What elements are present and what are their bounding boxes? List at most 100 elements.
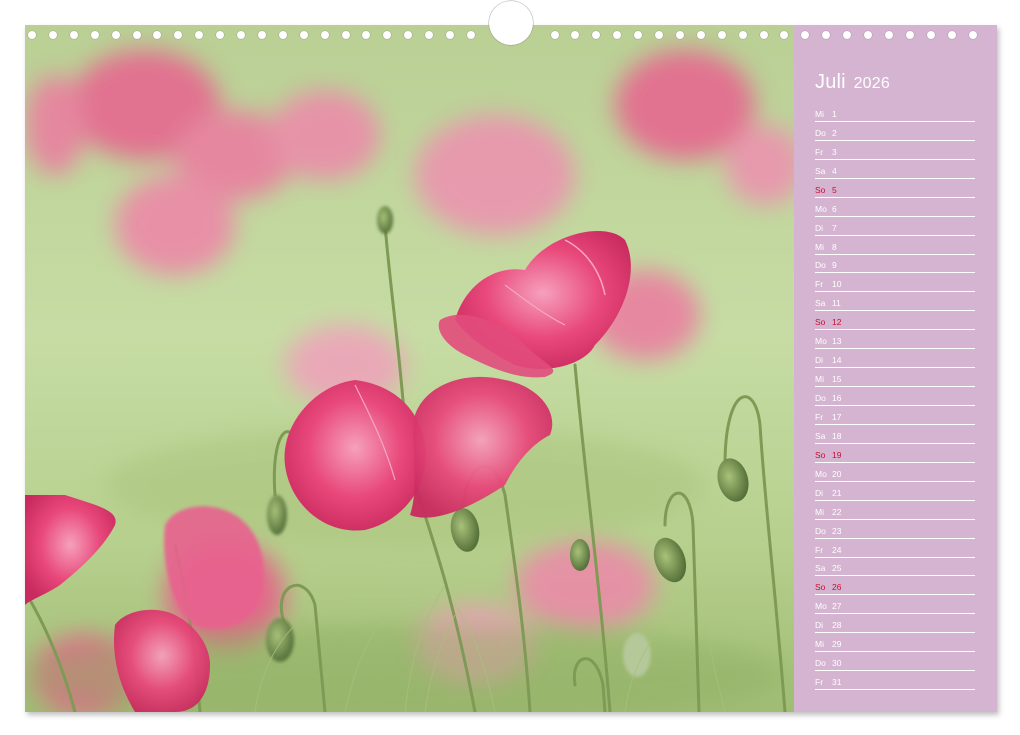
weekday-label: Mo xyxy=(815,468,827,479)
weekday-label: So xyxy=(815,184,826,195)
day-row: Mo 13 xyxy=(815,330,975,350)
day-row: So 12 xyxy=(815,311,975,331)
weekday-label: So xyxy=(815,582,826,593)
day-row: Fr 3 xyxy=(815,141,975,160)
day-row: Fr 24 xyxy=(815,539,975,558)
day-number: 13 xyxy=(832,336,842,347)
binding-hole xyxy=(216,31,225,39)
day-row: Mo 27 xyxy=(815,595,975,615)
day-number: 25 xyxy=(832,563,842,574)
weekday-label: Fr xyxy=(815,411,824,422)
binding-hole xyxy=(822,31,831,39)
calendar-page: Juli 2026 Mi 1 Do 2 Fr 3 Sa 4 So 5 Mo 6 Di 7 Mi 8 Do 9 Fr 1… xyxy=(25,25,997,712)
day-number: 10 xyxy=(832,279,842,290)
binding-hole xyxy=(655,31,663,39)
binding-hole xyxy=(592,31,601,39)
day-row: Di 21 xyxy=(815,482,975,501)
binding-hole xyxy=(780,31,789,39)
day-row: Do 30 xyxy=(815,652,975,672)
day-row: Mi 29 xyxy=(815,633,975,653)
binding-hole xyxy=(801,31,810,39)
day-number: 18 xyxy=(832,430,842,441)
day-number: 23 xyxy=(832,525,842,536)
day-number: 29 xyxy=(832,639,842,650)
day-number: 15 xyxy=(832,374,842,385)
binding-hole xyxy=(613,31,622,39)
day-row: Mi 22 xyxy=(815,501,975,520)
binding-hole xyxy=(571,31,580,39)
day-number: 20 xyxy=(832,468,842,479)
day-number: 8 xyxy=(832,241,837,252)
day-number: 9 xyxy=(832,260,837,271)
day-number: 21 xyxy=(832,487,842,498)
day-number: 22 xyxy=(832,506,842,517)
day-number: 5 xyxy=(832,184,837,195)
binding-hole xyxy=(696,31,705,39)
binding-hole xyxy=(153,31,162,39)
weekday-label: Mo xyxy=(815,601,827,612)
day-row: Mi 8 xyxy=(815,236,975,255)
day-row: Fr 31 xyxy=(815,671,975,691)
weekday-label: Fr xyxy=(815,544,824,555)
day-number: 4 xyxy=(832,165,837,176)
weekday-label: Fr xyxy=(815,279,824,290)
day-row: Mo 20 xyxy=(815,463,975,482)
day-row: Sa 11 xyxy=(815,292,975,312)
day-number: 31 xyxy=(832,677,842,688)
binding-hole xyxy=(425,31,434,39)
day-number: 6 xyxy=(832,203,837,214)
binding-hole xyxy=(404,31,413,39)
weekday-label: Do xyxy=(815,260,826,271)
day-number: 7 xyxy=(832,222,837,233)
weekday-label: Di xyxy=(815,355,824,366)
day-row: Fr 10 xyxy=(815,273,975,293)
weekday-label: Do xyxy=(815,658,826,669)
day-number: 14 xyxy=(832,355,842,366)
day-number: 12 xyxy=(832,317,842,328)
day-row: Do 23 xyxy=(815,520,975,539)
day-number: 17 xyxy=(832,411,842,422)
weekday-label: Di xyxy=(815,487,824,498)
day-number: 1 xyxy=(832,108,837,119)
binding-hole xyxy=(174,31,183,39)
binding-hole xyxy=(195,31,204,39)
month-name: Juli xyxy=(815,71,846,93)
binding-hole xyxy=(738,31,747,39)
day-number: 26 xyxy=(832,582,842,593)
weekday-label: Di xyxy=(815,620,824,631)
weekday-label: Mo xyxy=(815,203,827,214)
day-number: 28 xyxy=(832,620,842,631)
weekday-label: Sa xyxy=(815,563,826,574)
year: 2026 xyxy=(853,75,890,92)
day-number: 3 xyxy=(832,146,837,157)
poppy-field-photo xyxy=(25,25,794,712)
binding-hole xyxy=(132,31,141,39)
binding-hole xyxy=(299,31,308,39)
binding-hole xyxy=(90,31,99,39)
day-row: Sa 18 xyxy=(815,425,975,444)
binding-hole xyxy=(362,31,371,39)
day-number: 24 xyxy=(832,544,842,555)
day-row: So 19 xyxy=(815,444,975,463)
weekday-label: Do xyxy=(815,393,826,403)
binding-hole xyxy=(320,31,329,39)
day-row: Mo 6 xyxy=(815,198,975,217)
binding-hole xyxy=(675,31,684,39)
binding-hole xyxy=(257,31,266,39)
day-row: Di 28 xyxy=(815,614,975,634)
weekday-label: Do xyxy=(815,127,826,138)
hanger-cutout xyxy=(489,1,533,45)
binding-hole xyxy=(634,31,643,39)
binding-hole xyxy=(237,31,245,39)
day-row: Do 9 xyxy=(815,255,975,274)
weekday-label: Di xyxy=(815,222,824,233)
day-row: Do 16 xyxy=(815,387,975,406)
weekday-label: So xyxy=(815,449,826,460)
weekday-label: Do xyxy=(815,525,826,536)
weekday-label: Mi xyxy=(815,241,824,252)
calendar-panel: Juli 2026 Mi 1 Do 2 Fr 3 Sa 4 So 5 Mo 6 Di 7 Mi 8 Do 9 Fr 1… xyxy=(794,25,997,712)
binding-hole xyxy=(111,31,120,39)
day-number: 2 xyxy=(832,127,837,138)
binding-hole xyxy=(905,31,914,39)
binding-hole xyxy=(48,31,57,39)
